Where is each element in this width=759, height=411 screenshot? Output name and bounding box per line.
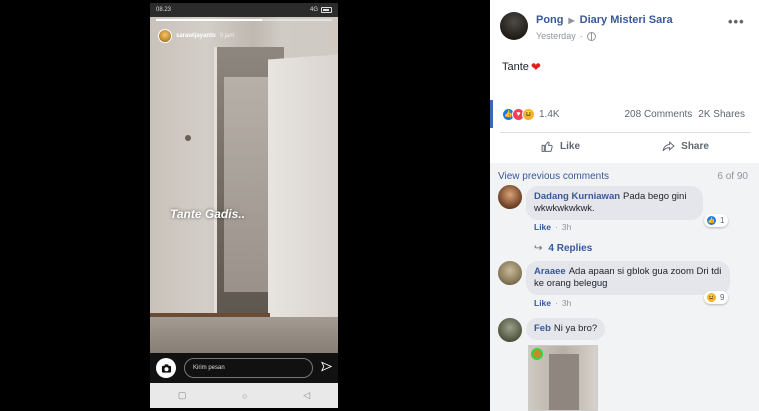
commenter-name[interactable]: Dadang Kurniawan bbox=[534, 191, 620, 202]
commenter-avatar[interactable] bbox=[498, 261, 522, 285]
battery-icon bbox=[321, 7, 332, 13]
haha-reaction-icon: 😆 bbox=[706, 292, 717, 303]
story-avatar[interactable] bbox=[158, 29, 172, 43]
author-avatar[interactable] bbox=[500, 12, 528, 40]
facebook-post-panel: Pong ▶ Diary Misteri Sara Yesterday · ••… bbox=[490, 0, 759, 411]
status-time: 08.23 bbox=[156, 7, 172, 13]
globe-icon bbox=[586, 31, 596, 41]
comment-like-button[interactable]: Like bbox=[534, 298, 551, 308]
comment-text-line: Ni ya bro? bbox=[553, 323, 598, 334]
story-reply-bar: Kirim pesan bbox=[150, 353, 338, 383]
open-door bbox=[268, 54, 338, 360]
view-replies-link[interactable]: ↪ 4 Replies bbox=[534, 243, 592, 254]
share-arrow-icon bbox=[662, 141, 675, 152]
post-text: Tante ❤ bbox=[502, 60, 541, 74]
comment-reaction-badge[interactable]: 👍 1 bbox=[704, 214, 729, 227]
post-header: Pong ▶ Diary Misteri Sara Yesterday · bbox=[500, 12, 750, 41]
author-name-link[interactable]: Pong bbox=[536, 14, 564, 26]
recent-apps-button[interactable]: ▢ bbox=[178, 390, 187, 401]
send-message-input[interactable]: Kirim pesan bbox=[184, 358, 313, 378]
comment-bubble: Dadang Kurniawan Pada bego gini wkwkwkwkw… bbox=[526, 186, 703, 220]
reply-arrow-icon: ↪ bbox=[534, 243, 543, 254]
story-username[interactable]: sarawijayanto bbox=[176, 33, 216, 39]
comment-image-attachment[interactable] bbox=[528, 345, 598, 411]
comment-bubble: Araaee Ada apaan si gblok gua zoom Dri td… bbox=[526, 261, 730, 295]
highlight-circle bbox=[531, 348, 543, 360]
reaction-icons[interactable]: 👍 ♥ 😆 bbox=[502, 107, 535, 121]
commenter-avatar[interactable] bbox=[498, 185, 522, 209]
post-timestamp[interactable]: Yesterday bbox=[536, 31, 576, 41]
post-actions: Like Share bbox=[500, 132, 750, 160]
story-progress-bar bbox=[156, 19, 332, 21]
comments-position: 6 of 90 bbox=[717, 171, 748, 182]
back-button[interactable]: ◁ bbox=[303, 390, 310, 401]
view-previous-comments-link[interactable]: View previous comments bbox=[498, 171, 609, 182]
reaction-count[interactable]: 1.4K bbox=[539, 109, 560, 120]
haha-reaction-icon: 😆 bbox=[522, 107, 535, 121]
camera-button[interactable] bbox=[156, 358, 176, 378]
shares-count-link[interactable]: 2K Shares bbox=[698, 109, 745, 120]
home-button[interactable]: ○ bbox=[242, 391, 247, 401]
comment-text-line: Ada apaan si gblok gua zoom Dri tdi bbox=[568, 266, 722, 277]
camera-icon bbox=[161, 363, 171, 373]
page-name-link[interactable]: Diary Misteri Sara bbox=[580, 14, 673, 26]
comment-like-button[interactable]: Like bbox=[534, 222, 551, 232]
android-nav-bar: ▢ ○ ◁ bbox=[150, 383, 338, 408]
share-button[interactable]: Share bbox=[662, 140, 709, 153]
comment-bubble: Feb Ni ya bro? bbox=[526, 318, 606, 340]
comment-time[interactable]: 3h bbox=[562, 298, 571, 308]
commenter-name[interactable]: Araaee bbox=[534, 266, 566, 277]
comment-reaction-badge[interactable]: 😆 9 bbox=[704, 291, 729, 304]
reactions-summary: 👍 ♥ 😆 1.4K 208 Comments 2K Shares bbox=[490, 100, 759, 128]
story-screenshot: 08.23 4G sarawijayanto 9 jam Tante Gadis… bbox=[150, 3, 338, 408]
more-options-button[interactable]: ••• bbox=[728, 14, 745, 29]
comment-text-line: Pada bego gini bbox=[623, 191, 687, 202]
comments-section: View previous comments 6 of 90 Dadang Ku… bbox=[490, 163, 759, 411]
like-reaction-icon: 👍 bbox=[706, 215, 717, 226]
commenter-avatar[interactable] bbox=[498, 318, 522, 342]
heart-emoji-icon: ❤ bbox=[530, 60, 541, 74]
story-time: 9 jam bbox=[219, 33, 235, 39]
comment-text-line: wkwkwkwkwk. bbox=[534, 203, 595, 214]
comment-text-line: ke orang belegug bbox=[534, 278, 608, 289]
story-image bbox=[150, 17, 338, 367]
story-caption: Tante Gadis.. bbox=[170, 207, 245, 221]
comments-count-link[interactable]: 208 Comments bbox=[624, 109, 692, 120]
story-profile[interactable]: sarawijayanto 9 jam bbox=[158, 29, 234, 43]
send-icon[interactable] bbox=[321, 359, 333, 377]
arrow-right-icon: ▶ bbox=[568, 15, 575, 25]
screenshot-stage: 08.23 4G sarawijayanto 9 jam Tante Gadis… bbox=[0, 0, 759, 411]
door-knob bbox=[185, 135, 191, 141]
thumbs-up-icon bbox=[541, 141, 553, 152]
like-button[interactable]: Like bbox=[541, 140, 580, 153]
network-label: 4G bbox=[309, 7, 318, 13]
commenter-name[interactable]: Feb bbox=[534, 323, 551, 334]
phone-status-bar: 08.23 4G bbox=[150, 3, 338, 17]
comment-time[interactable]: 3h bbox=[562, 222, 571, 232]
